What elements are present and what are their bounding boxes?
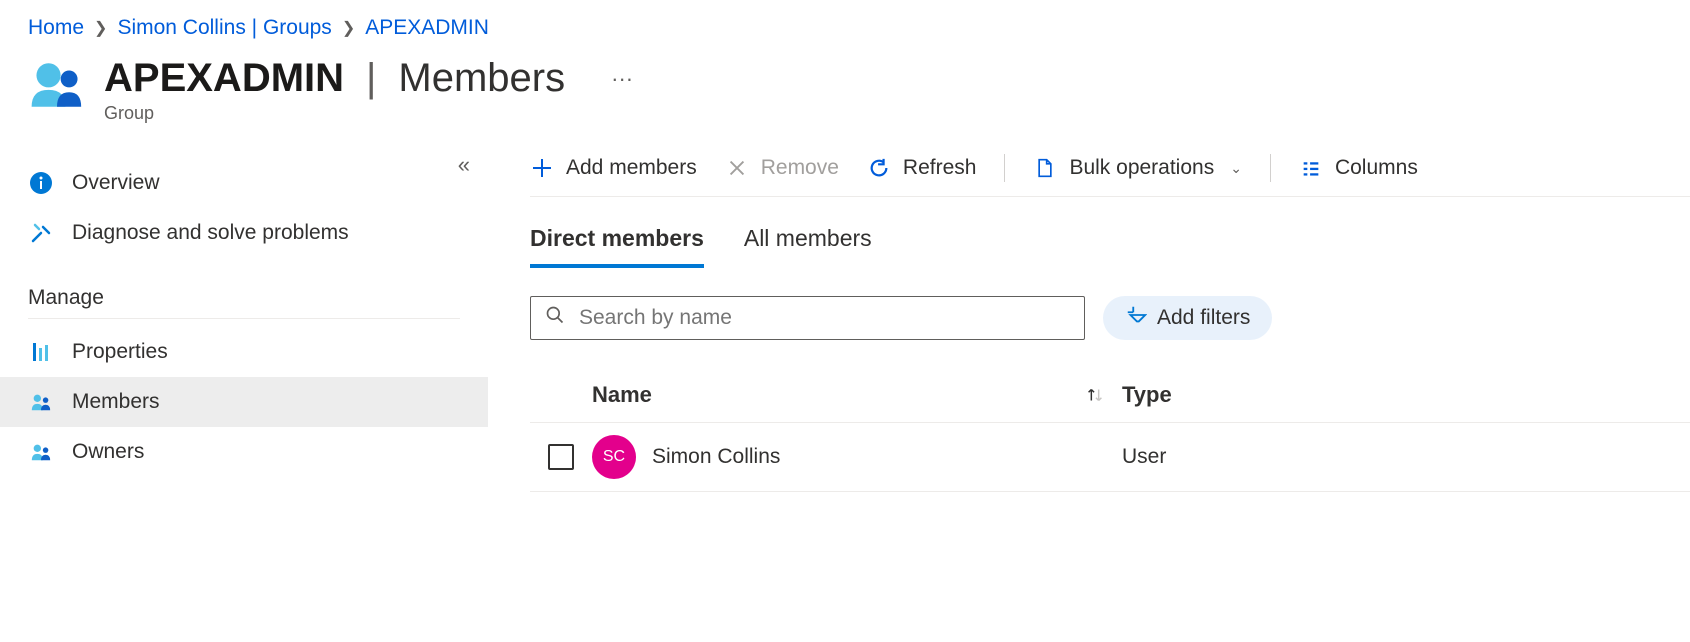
sort-icon[interactable] [1062, 384, 1122, 406]
owners-icon [28, 439, 54, 465]
filter-icon [1125, 304, 1147, 332]
title-separator: | [360, 56, 382, 101]
chevron-down-icon: ⌄ [1230, 160, 1242, 177]
collapse-sidebar-button[interactable]: « [458, 152, 470, 178]
breadcrumb-level2[interactable]: Simon Collins | Groups [117, 16, 331, 40]
page-title-section: Members [398, 56, 565, 101]
breadcrumb-level3[interactable]: APEXADMIN [365, 16, 489, 40]
member-type: User [1122, 445, 1690, 469]
toolbar-label: Remove [761, 156, 839, 180]
search-input[interactable] [577, 305, 1070, 331]
more-actions-button[interactable]: ··· [581, 66, 633, 92]
search-input-wrapper[interactable] [530, 296, 1085, 340]
toolbar-label: Refresh [903, 156, 977, 180]
page-header: APEXADMIN | Members ··· Group [0, 48, 1690, 148]
breadcrumb: Home ❯ Simon Collins | Groups ❯ APEXADMI… [0, 0, 1690, 48]
list-icon [1299, 156, 1323, 180]
plus-icon [530, 156, 554, 180]
add-members-button[interactable]: Add members [530, 156, 697, 180]
remove-button: Remove [725, 156, 839, 180]
tools-icon [28, 220, 54, 246]
tab-direct-members[interactable]: Direct members [530, 225, 704, 268]
column-header-name[interactable]: Name [592, 382, 1062, 408]
group-icon [28, 56, 86, 117]
row-checkbox[interactable] [548, 444, 574, 470]
breadcrumb-home[interactable]: Home [28, 16, 84, 40]
chevron-right-icon: ❯ [342, 18, 355, 38]
refresh-icon [867, 156, 891, 180]
toolbar-label: Add members [566, 156, 697, 180]
sidebar-item-label: Overview [72, 171, 160, 195]
table-header: Name Type [530, 368, 1690, 423]
sidebar-item-label: Owners [72, 440, 144, 464]
sidebar-item-overview[interactable]: Overview [0, 158, 488, 208]
toolbar-label: Columns [1335, 156, 1418, 180]
add-filters-button[interactable]: Add filters [1103, 296, 1272, 340]
sidebar-item-members[interactable]: Members [0, 377, 488, 427]
member-name: Simon Collins [652, 445, 780, 469]
avatar: SC [592, 435, 636, 479]
toolbar-label: Bulk operations [1069, 156, 1214, 180]
toolbar: Add members Remove Refresh Bulk operatio [530, 148, 1690, 197]
info-icon [28, 170, 54, 196]
chevron-right-icon: ❯ [94, 18, 107, 38]
tabs: Direct members All members [530, 197, 1690, 268]
properties-icon [28, 339, 54, 365]
toolbar-separator [1270, 154, 1271, 182]
columns-button[interactable]: Columns [1299, 156, 1418, 180]
page-subtitle: Group [104, 103, 633, 124]
column-header-type[interactable]: Type [1122, 382, 1690, 408]
bulk-operations-button[interactable]: Bulk operations ⌄ [1033, 156, 1242, 180]
sidebar: « Overview Diagnose and solve problems M… [0, 148, 488, 492]
document-icon [1033, 156, 1057, 180]
refresh-button[interactable]: Refresh [867, 156, 977, 180]
sidebar-heading-manage: Manage [28, 258, 460, 319]
sidebar-item-label: Diagnose and solve problems [72, 221, 349, 245]
add-filters-label: Add filters [1157, 306, 1250, 330]
x-icon [725, 156, 749, 180]
sidebar-item-diagnose[interactable]: Diagnose and solve problems [0, 208, 488, 258]
main-content: Add members Remove Refresh Bulk operatio [488, 148, 1690, 492]
sidebar-item-label: Members [72, 390, 160, 414]
table-row[interactable]: SC Simon Collins User [530, 423, 1690, 492]
sidebar-item-owners[interactable]: Owners [0, 427, 488, 477]
members-icon [28, 389, 54, 415]
search-icon [545, 305, 565, 331]
toolbar-separator [1004, 154, 1005, 182]
page-title: APEXADMIN [104, 56, 344, 101]
sidebar-item-label: Properties [72, 340, 168, 364]
members-table: Name Type SC Simon Collins User [530, 368, 1690, 492]
sidebar-item-properties[interactable]: Properties [0, 327, 488, 377]
tab-all-members[interactable]: All members [744, 225, 872, 268]
